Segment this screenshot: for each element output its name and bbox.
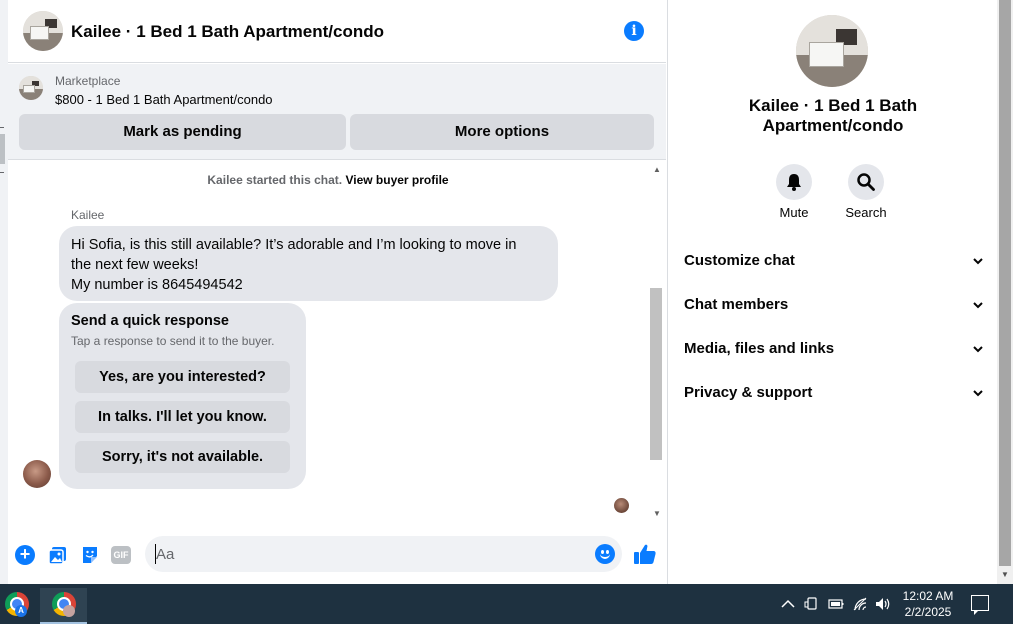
quick-response-option[interactable]: Yes, are you interested? [75,361,290,393]
quick-response-option[interactable]: In talks. I'll let you know. [75,401,290,433]
bell-icon [787,174,801,191]
chat-members-section[interactable]: Chat members [684,285,984,325]
customize-chat-section[interactable]: Customize chat [684,241,984,281]
message-composer: + GIF [8,523,666,584]
scroll-down-icon[interactable]: ▼ [1001,570,1009,579]
clock-date: 2/2/2025 [904,605,952,619]
emoji-icon[interactable] [595,544,615,564]
edge-tick [0,127,4,128]
quick-response-option[interactable]: Sorry, it's not available. [75,441,290,473]
listing-thumbnail-small[interactable] [19,76,43,100]
gif-icon[interactable]: GIF [111,546,131,564]
section-label: Chat members [684,296,789,313]
panel-title: Kailee · 1 Bed 1 Bath Apartment/condo [748,96,918,135]
search-icon [857,173,875,191]
marketplace-bar: Marketplace $800 - 1 Bed 1 Bath Apartmen… [8,64,666,160]
left-window-edge [0,0,8,584]
search-label: Search [845,205,887,220]
wifi-icon[interactable] [852,596,868,612]
page-scrollbar[interactable]: ▼ [997,0,1013,584]
mute-button[interactable]: Mute [764,164,824,220]
chevron-down-icon [973,258,983,265]
plus-icon[interactable]: + [15,545,35,565]
chat-window: Kailee · 1 Bed 1 Bath Apartment/condo i … [8,0,667,584]
chat-title[interactable]: Kailee · 1 Bed 1 Bath Apartment/condo [71,22,384,42]
battery-icon[interactable] [828,596,844,612]
section-label: Media, files and links [684,340,835,357]
system-clock[interactable]: 12:02 AM 2/2/2025 [896,588,960,620]
search-button[interactable]: Search [836,164,896,220]
quick-response-subtitle: Tap a response to send it to the buyer. [71,334,275,348]
sender-avatar[interactable] [23,460,51,488]
marketplace-label: Marketplace [55,74,121,88]
page-scroll-thumb[interactable] [999,0,1011,566]
windows-taskbar: A 12:02 AM 2/2/2025 [0,584,1013,624]
message-bubble[interactable]: Hi Sofia, is this still available? It’s … [59,226,558,301]
mute-label: Mute [779,205,809,220]
chevron-down-icon [973,390,983,397]
volume-icon[interactable] [875,596,891,612]
edge-handle[interactable] [0,134,5,164]
scroll-thumb[interactable] [650,288,662,460]
message-list: Kailee started this chat. View buyer pro… [8,161,666,523]
message-line: the next few weeks! [71,257,199,273]
device-icon[interactable] [804,596,820,612]
listing-photo[interactable] [796,15,868,87]
photo-icon[interactable] [48,545,68,565]
quick-response-title: Send a quick response [71,313,229,329]
profile-badge-avatar [63,605,75,617]
media-files-links-section[interactable]: Media, files and links [684,329,984,369]
privacy-support-section[interactable]: Privacy & support [684,373,984,413]
notification-icon[interactable] [971,595,989,615]
like-icon[interactable] [633,542,657,566]
system-text: Kailee started this chat. [207,173,343,187]
profile-badge: A [15,605,27,617]
sticker-icon[interactable] [80,545,100,565]
quick-response-card: Send a quick response Tap a response to … [59,303,306,489]
message-line: My number is 8645494542 [71,277,243,293]
chevron-down-icon [973,302,983,309]
mark-as-pending-button[interactable]: Mark as pending [19,114,346,150]
clock-time: 12:02 AM [902,589,954,603]
view-buyer-profile-link[interactable]: View buyer profile [345,173,448,187]
message-input-container [145,536,622,572]
seen-receipt-avatar [614,498,629,513]
message-input[interactable] [155,544,575,564]
edge-tick [0,172,4,173]
listing-thumbnail[interactable] [23,11,63,51]
more-options-button[interactable]: More options [350,114,654,150]
sender-name: Kailee [71,208,105,222]
message-line: Hi Sofia, is this still available? It’s … [71,237,517,253]
chevron-down-icon [973,346,983,353]
section-label: Privacy & support [684,384,813,401]
message-scrollbar[interactable]: ▲ ▼ [648,161,666,523]
chrome-active-taskbar-button[interactable] [40,588,87,624]
chat-header: Kailee · 1 Bed 1 Bath Apartment/condo i [8,0,666,63]
listing-price-title[interactable]: $800 - 1 Bed 1 Bath Apartment/condo [55,92,273,107]
info-icon[interactable]: i [624,21,644,41]
section-label: Customize chat [684,252,795,269]
chevron-up-icon[interactable] [780,596,796,612]
scroll-up-icon[interactable]: ▲ [648,165,666,174]
chat-started-notice: Kailee started this chat. View buyer pro… [8,173,648,187]
conversation-info-panel: Kailee · 1 Bed 1 Bath Apartment/condo Mu… [667,0,997,584]
scroll-down-icon[interactable]: ▼ [648,509,666,518]
